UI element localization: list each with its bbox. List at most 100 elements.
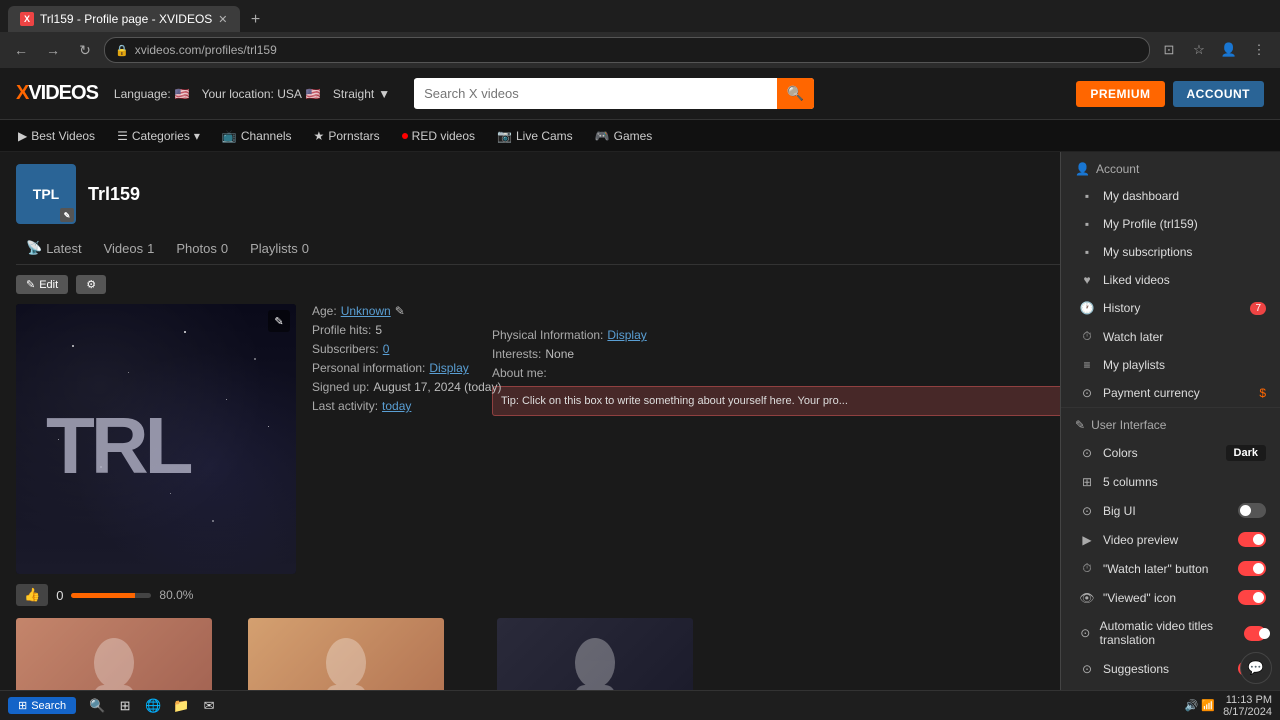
account-button[interactable]: ACCOUNT <box>1173 81 1265 107</box>
tab-videos[interactable]: Videos 1 <box>94 237 165 260</box>
suggestions-label: Suggestions <box>1103 662 1169 676</box>
premium-button[interactable]: PREMIUM <box>1076 81 1164 107</box>
windows-icon: ⊞ <box>18 699 27 712</box>
site-logo[interactable]: XVIDEOS <box>16 82 98 105</box>
viewed-icon-toggle[interactable] <box>1238 590 1266 605</box>
profile-icon[interactable]: 👤 <box>1216 37 1242 63</box>
bookmark-icon[interactable]: ☆ <box>1186 37 1212 63</box>
colors-icon: ⊙ <box>1079 446 1095 460</box>
nav-live-cams[interactable]: 📷 Live Cams <box>487 120 583 151</box>
thumbup-button[interactable]: 👍 <box>16 584 48 606</box>
red-dot-icon <box>402 133 408 139</box>
search-bar: 🔍 <box>414 78 814 109</box>
my-subscriptions-item[interactable]: ▪ My subscriptions <box>1061 238 1280 266</box>
location-button[interactable]: Your location: USA 🇺🇸 <box>202 87 321 101</box>
edit-button[interactable]: ✎ Edit <box>16 275 68 294</box>
language-button[interactable]: Language: 🇺🇸 <box>114 87 190 101</box>
watch-later-btn-toggle[interactable] <box>1238 561 1266 576</box>
location-label: Your location: USA <box>202 87 302 101</box>
personal-info-label: Personal information: <box>312 361 425 375</box>
nav-games[interactable]: 🎮 Games <box>585 120 663 151</box>
translation-item[interactable]: ⊙ Automatic video titles translation <box>1061 612 1280 654</box>
my-profile-item[interactable]: ▪ My Profile (trl159) <box>1061 210 1280 238</box>
watch-later-label: Watch later <box>1103 330 1163 344</box>
nav-red-videos[interactable]: RED videos <box>392 120 485 151</box>
refresh-button[interactable]: ↻ <box>72 37 98 63</box>
nav-channels[interactable]: 📺 Channels <box>212 120 302 151</box>
chat-button[interactable]: 💬 <box>1240 652 1272 684</box>
profile-icon: ▪ <box>1079 217 1095 231</box>
liked-videos-item[interactable]: ♥ Liked videos <box>1061 266 1280 294</box>
personal-info-value[interactable]: Display <box>429 361 468 375</box>
tab-close-button[interactable]: ✕ <box>218 13 227 26</box>
video-preview-icon: ▶ <box>1079 533 1095 547</box>
colors-item[interactable]: ⊙ Colors Dark <box>1061 438 1280 468</box>
address-bar[interactable]: 🔒 xvideos.com/profiles/trl159 <box>104 37 1150 63</box>
my-subscriptions-label: My subscriptions <box>1103 245 1192 259</box>
taskbar-start-button[interactable]: ⊞ Search <box>8 697 76 714</box>
video-preview-item[interactable]: ▶ Video preview <box>1061 525 1280 554</box>
taskbar-file-icon[interactable]: 📁 <box>168 693 194 719</box>
liked-icon: ♥ <box>1079 273 1095 287</box>
watch-later-btn-item[interactable]: ⏱ "Watch later" button <box>1061 554 1280 583</box>
taskbar-start2-icon[interactable]: ⊞ <box>112 693 138 719</box>
big-ui-toggle[interactable] <box>1238 503 1266 518</box>
columns-item[interactable]: ⊞ 5 columns <box>1061 468 1280 496</box>
taskbar-search-icon[interactable]: 🔍 <box>84 693 110 719</box>
watch-later-icon: ⏱ <box>1079 329 1095 344</box>
image-edit-button[interactable]: ✎ <box>268 310 290 332</box>
gear-icon: ⚙ <box>86 278 96 291</box>
viewed-icon-item[interactable]: 👁 "Viewed" icon <box>1061 583 1280 612</box>
menu-icon[interactable]: ⋮ <box>1246 37 1272 63</box>
search-button[interactable]: 🔍 <box>777 78 814 109</box>
my-playlists-item[interactable]: ≡ My playlists <box>1061 351 1280 379</box>
tab-playlists[interactable]: Playlists 0 <box>240 237 319 260</box>
settings-button[interactable]: ⚙ <box>76 275 106 294</box>
translation-toggle[interactable] <box>1244 626 1266 641</box>
search-input[interactable] <box>414 79 777 108</box>
big-ui-item[interactable]: ⊙ Big UI <box>1061 496 1280 525</box>
new-tab-button[interactable]: + <box>242 8 270 32</box>
avatar-edit-icon[interactable]: ✎ <box>60 208 74 222</box>
orientation-button[interactable]: Straight ▼ <box>333 87 390 101</box>
subscribers-label: Subscribers: <box>312 342 379 356</box>
forward-button[interactable]: → <box>40 37 66 63</box>
rating-percentage: 80.0% <box>159 588 193 602</box>
videos-label: Videos <box>104 241 144 256</box>
physical-info-label: Physical Information: <box>492 328 603 342</box>
currency-icon: ⊙ <box>1079 386 1095 400</box>
watch-later-item[interactable]: ⏱ Watch later <box>1061 322 1280 351</box>
taskbar-browser-icon[interactable]: 🌐 <box>140 693 166 719</box>
categories-chevron: ▾ <box>194 129 200 143</box>
history-item[interactable]: 🕐 History 7 <box>1061 294 1280 322</box>
age-value[interactable]: Unknown <box>341 304 391 318</box>
last-activity-label: Last activity: <box>312 399 378 413</box>
live-cams-label: Live Cams <box>516 129 573 143</box>
orientation-chevron: ▼ <box>378 87 390 101</box>
browser-toolbar: ← → ↻ 🔒 xvideos.com/profiles/trl159 ⊡ ☆ … <box>0 32 1280 68</box>
last-activity-value[interactable]: today <box>382 399 411 413</box>
profile-hits-label: Profile hits: <box>312 323 371 337</box>
my-dashboard-item[interactable]: ▪ My dashboard <box>1061 182 1280 210</box>
taskbar-right: 🔊 📶 11:13 PM 8/17/2024 <box>1185 694 1272 718</box>
nav-pornstars[interactable]: ★ Pornstars <box>304 120 390 151</box>
age-edit-icon[interactable]: ✎ <box>395 304 405 318</box>
physical-info-value[interactable]: Display <box>607 328 646 342</box>
nav-best-videos[interactable]: ▶ Best Videos <box>8 120 105 151</box>
watch-later-btn-icon: ⏱ <box>1079 561 1095 576</box>
payment-currency-item[interactable]: ⊙ Payment currency $ <box>1061 379 1280 407</box>
cast-icon[interactable]: ⊡ <box>1156 37 1182 63</box>
rating-bar-fill <box>71 593 135 598</box>
tab-photos[interactable]: Photos 0 <box>166 237 238 260</box>
taskbar-mail-icon[interactable]: ✉ <box>196 693 222 719</box>
nav-categories[interactable]: ☰ Categories ▾ <box>107 120 210 151</box>
subscribers-value[interactable]: 0 <box>383 342 390 356</box>
language-flag: 🇺🇸 <box>175 87 190 101</box>
video-preview-toggle[interactable] <box>1238 532 1266 547</box>
tab-latest[interactable]: 📡 Latest <box>16 236 92 260</box>
back-button[interactable]: ← <box>8 37 34 63</box>
photos-count: 0 <box>221 241 228 256</box>
video-preview-toggle-knob <box>1253 534 1264 545</box>
active-tab[interactable]: X Trl159 - Profile page - XVIDEOS ✕ <box>8 6 240 32</box>
colors-label: Colors <box>1103 446 1138 460</box>
